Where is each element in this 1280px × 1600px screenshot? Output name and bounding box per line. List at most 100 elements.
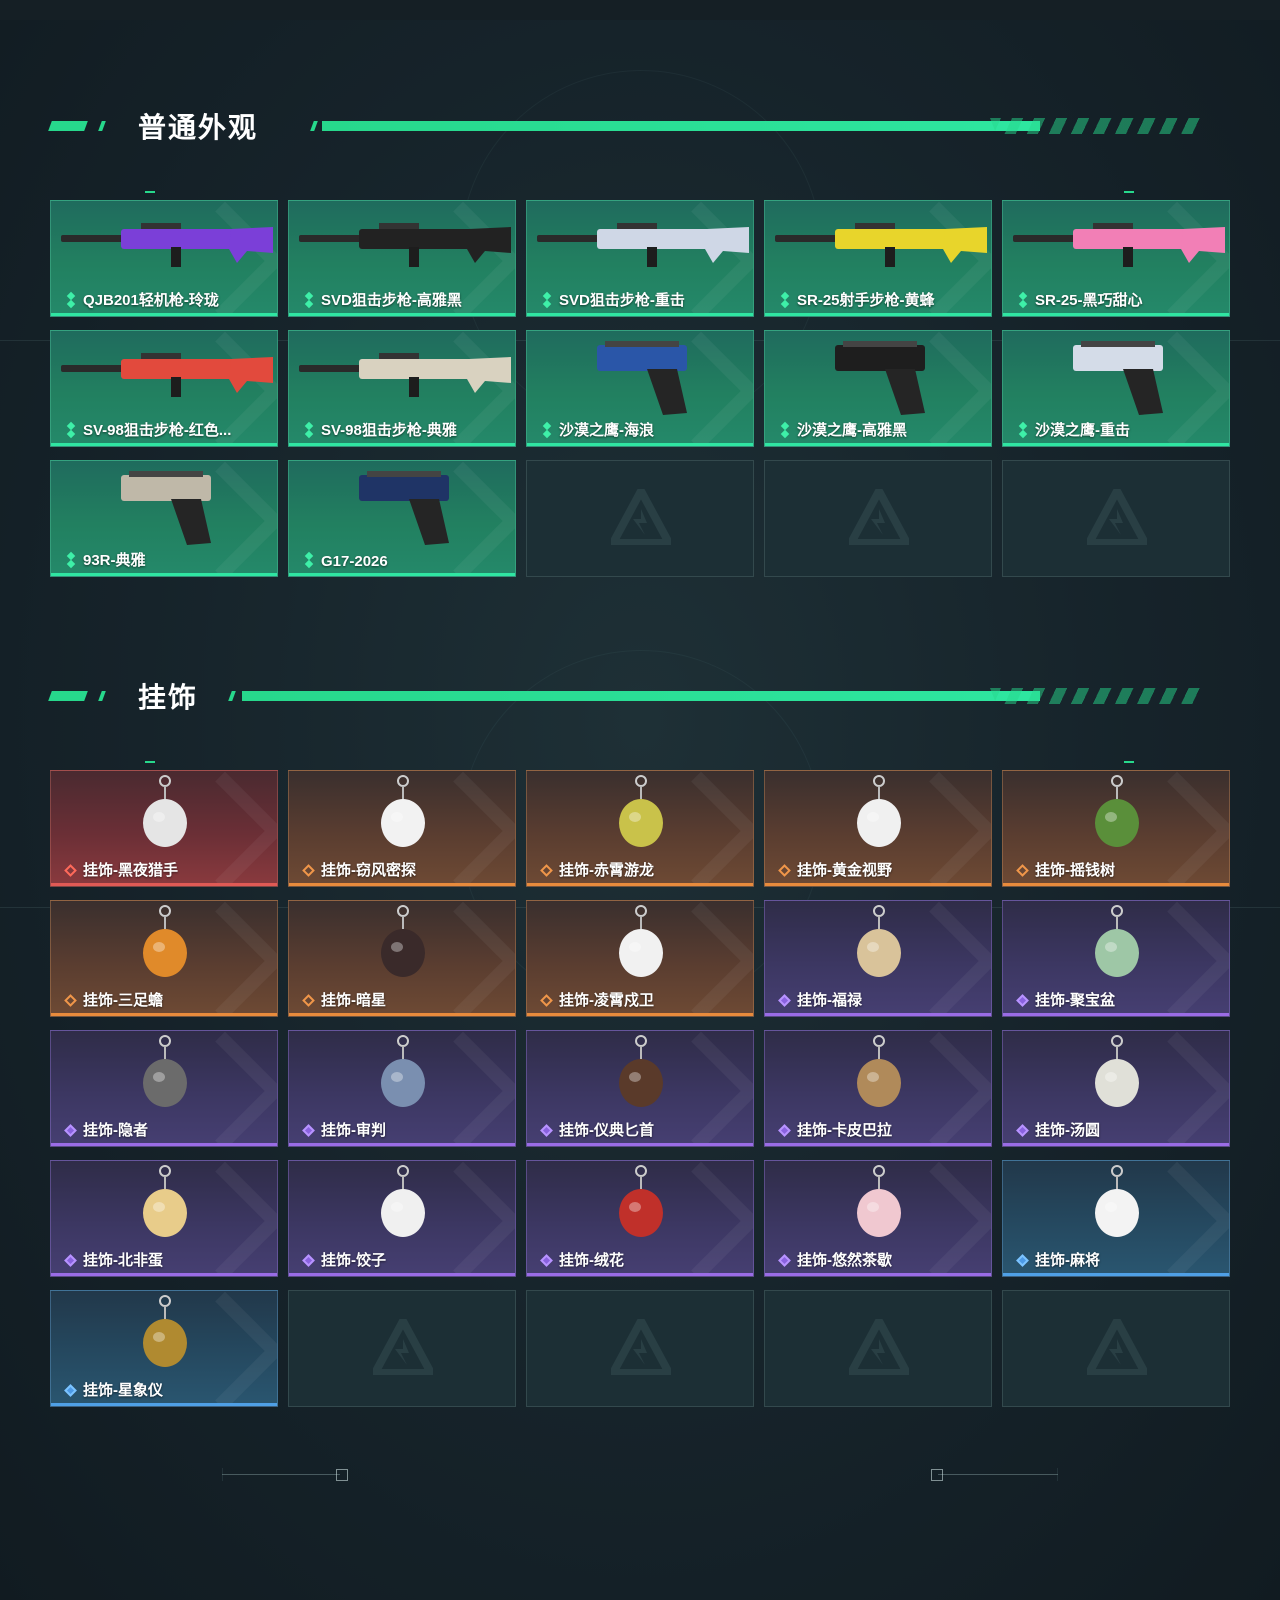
item-label: 挂饰-汤圆 [1035, 1122, 1100, 1139]
charm-card[interactable]: 挂饰-窃风密探 [288, 770, 516, 887]
weapon-skin-card[interactable]: SV-98狙击步枪-红色... [50, 330, 278, 447]
item-label: SV-98狙击步枪-典雅 [321, 422, 457, 439]
item-label: 挂饰-凌霄戍卫 [559, 992, 654, 1009]
weapon-skin-card[interactable]: 93R-典雅 [50, 460, 278, 577]
charm-card[interactable]: 挂饰-仪典匕首 [526, 1030, 754, 1147]
weapon-image [597, 341, 687, 415]
rarity-bar [289, 313, 515, 316]
item-label: 挂饰-仪典匕首 [559, 1122, 654, 1139]
charm-card[interactable]: 挂饰-赤霄游龙 [526, 770, 754, 887]
weapon-skin-card[interactable]: SR-25射手步枪-黄蜂 [764, 200, 992, 317]
rarity-bar [1003, 1143, 1229, 1146]
charm-card[interactable]: 挂饰-悠然茶歇 [764, 1160, 992, 1277]
item-label: 挂饰-暗星 [321, 992, 386, 1009]
rarity-bar [51, 1403, 277, 1406]
charm-image [381, 775, 425, 847]
rarity-icon [778, 994, 792, 1008]
item-label: SVD狙击步枪-重击 [559, 292, 685, 309]
weapon-image [1073, 341, 1163, 415]
rarity-icon [64, 994, 78, 1008]
charm-card[interactable]: 挂饰-聚宝盆 [1002, 900, 1230, 1017]
charm-image [1095, 1035, 1139, 1107]
charm-card[interactable]: 挂饰-审判 [288, 1030, 516, 1147]
rarity-bar [765, 1143, 991, 1146]
item-label: 93R-典雅 [83, 552, 146, 569]
rarity-bar [1003, 443, 1229, 446]
rarity-bar [51, 1013, 277, 1016]
item-label: 挂饰-隐者 [83, 1122, 148, 1139]
header-checker-pattern [990, 118, 1200, 134]
rarity-icon [1016, 1124, 1030, 1138]
rarity-icon [302, 994, 316, 1008]
rarity-bar [51, 1143, 277, 1146]
charm-card[interactable]: 挂饰-绒花 [526, 1160, 754, 1277]
bottom-square-marker [336, 1469, 348, 1481]
charm-card[interactable]: 挂饰-黑夜猎手 [50, 770, 278, 887]
charm-image [381, 1165, 425, 1237]
rarity-bar [765, 443, 991, 446]
charm-card[interactable]: 挂饰-卡皮巴拉 [764, 1030, 992, 1147]
charm-card[interactable]: 挂饰-福禄 [764, 900, 992, 1017]
header-accent-bar [48, 691, 88, 701]
item-label: 挂饰-星象仪 [83, 1382, 163, 1399]
item-label: 挂饰-绒花 [559, 1252, 624, 1269]
item-label: 沙漠之鹰-高雅黑 [797, 422, 907, 439]
rarity-bar [51, 883, 277, 886]
weapon-skin-card[interactable]: QJB201轻机枪-玲珑 [50, 200, 278, 317]
charm-image [143, 775, 187, 847]
rarity-bar [51, 573, 277, 576]
placeholder-logo-icon [1087, 1319, 1147, 1375]
rarity-icon [540, 864, 554, 878]
charm-image [1095, 1165, 1139, 1237]
weapon-skin-card[interactable]: SVD狙击步枪-重击 [526, 200, 754, 317]
placeholder-logo-icon [849, 1319, 909, 1375]
placeholder-logo-icon [611, 489, 671, 545]
empty-slot [764, 460, 992, 577]
item-label: 挂饰-聚宝盆 [1035, 992, 1115, 1009]
charm-card[interactable]: 挂饰-三足蟾 [50, 900, 278, 1017]
weapon-image [359, 471, 449, 545]
item-label: 挂饰-赤霄游龙 [559, 862, 654, 879]
item-label: 挂饰-三足蟾 [83, 992, 163, 1009]
bottom-tick [222, 1468, 223, 1481]
item-label: 挂饰-摇钱树 [1035, 862, 1115, 879]
weapon-image [61, 353, 273, 397]
rarity-bar [527, 1013, 753, 1016]
charm-card[interactable]: 挂饰-凌霄戍卫 [526, 900, 754, 1017]
weapon-skin-card[interactable]: SR-25-黑巧甜心 [1002, 200, 1230, 317]
charm-card[interactable]: 挂饰-汤圆 [1002, 1030, 1230, 1147]
charm-card[interactable]: 挂饰-北非蛋 [50, 1160, 278, 1277]
weapon-skin-card[interactable]: 沙漠之鹰-海浪 [526, 330, 754, 447]
weapon-image [775, 223, 987, 267]
rarity-bar [765, 1013, 991, 1016]
rarity-icon [778, 864, 792, 878]
rarity-bar [527, 313, 753, 316]
header-checker-pattern [990, 688, 1200, 704]
placeholder-logo-icon [1087, 489, 1147, 545]
charm-card[interactable]: 挂饰-黄金视野 [764, 770, 992, 887]
charm-image [619, 1035, 663, 1107]
rarity-icon [540, 1254, 554, 1268]
rarity-bar [765, 313, 991, 316]
weapon-skin-card[interactable]: G17-2026 [288, 460, 516, 577]
rarity-icon [64, 864, 78, 878]
bottom-rule [222, 1474, 340, 1475]
charm-image [381, 1035, 425, 1107]
charm-card[interactable]: 挂饰-麻将 [1002, 1160, 1230, 1277]
item-label: 挂饰-悠然茶歇 [797, 1252, 892, 1269]
charm-card[interactable]: 挂饰-摇钱树 [1002, 770, 1230, 887]
rarity-icon [778, 1124, 792, 1138]
header-tick [1124, 761, 1134, 763]
charm-card[interactable]: 挂饰-饺子 [288, 1160, 516, 1277]
weapon-skin-card[interactable]: 沙漠之鹰-重击 [1002, 330, 1230, 447]
weapon-skin-card[interactable]: SV-98狙击步枪-典雅 [288, 330, 516, 447]
rarity-bar [289, 1273, 515, 1276]
section-header-skins: 普通外观 [48, 111, 1200, 144]
rarity-bar [289, 1013, 515, 1016]
item-label: 挂饰-窃风密探 [321, 862, 416, 879]
weapon-skin-card[interactable]: SVD狙击步枪-高雅黑 [288, 200, 516, 317]
charm-card[interactable]: 挂饰-星象仪 [50, 1290, 278, 1407]
charm-card[interactable]: 挂饰-隐者 [50, 1030, 278, 1147]
charm-card[interactable]: 挂饰-暗星 [288, 900, 516, 1017]
weapon-skin-card[interactable]: 沙漠之鹰-高雅黑 [764, 330, 992, 447]
